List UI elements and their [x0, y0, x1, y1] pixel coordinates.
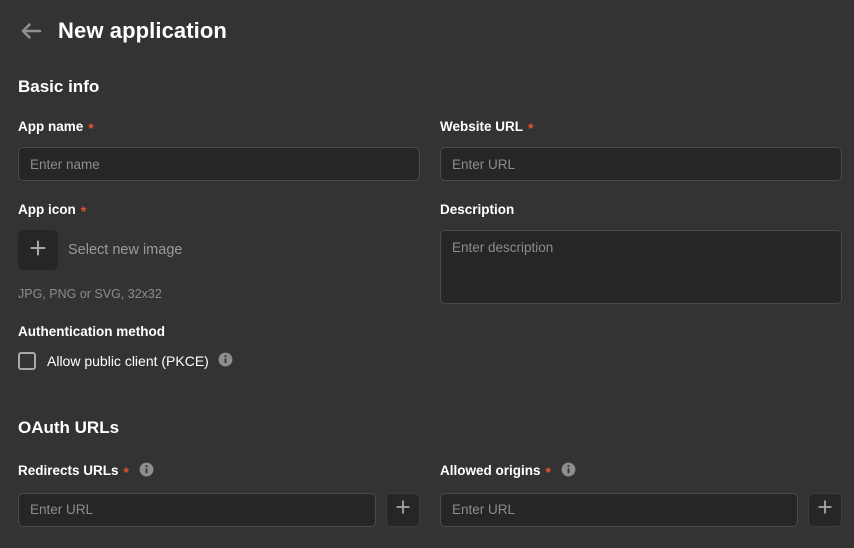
page-title: New application — [58, 18, 227, 43]
basic-info-right-column: Website URL * Description — [440, 120, 842, 370]
basic-info-section: App name * App icon * Select — [18, 120, 842, 370]
section-title-oauth-urls: OAuth URLs — [18, 418, 120, 437]
allowed-origins-label: Allowed origins * — [440, 462, 842, 480]
pkce-checkbox[interactable] — [18, 352, 36, 370]
redirects-urls-row — [18, 492, 420, 527]
oauth-left-column: Redirects URLs * — [18, 462, 420, 527]
description-textarea[interactable] — [440, 229, 842, 304]
back-button[interactable] — [18, 18, 44, 44]
oauth-right-column: Allowed origins * — [440, 462, 842, 527]
app-icon-label: App icon * — [18, 202, 420, 219]
allowed-origins-input[interactable] — [440, 492, 798, 527]
plus-icon — [394, 498, 412, 521]
info-icon[interactable] — [218, 352, 233, 370]
pkce-checkbox-row[interactable]: Allow public client (PKCE) — [18, 352, 420, 370]
info-icon[interactable] — [561, 462, 576, 480]
app-icon-upload-button[interactable] — [18, 230, 58, 270]
oauth-urls-section: Redirects URLs * Enter URL Allowed origi… — [18, 462, 842, 527]
required-asterisk: * — [545, 463, 551, 480]
allowed-origins-row — [440, 492, 842, 527]
description-label-text: Description — [440, 202, 515, 217]
pkce-checkbox-label-text: Allow public client (PKCE) — [47, 353, 209, 369]
app-icon-upload-row: Select new image — [18, 230, 420, 270]
basic-info-left-column: App name * App icon * Select — [18, 120, 420, 370]
redirects-urls-label: Redirects URLs * — [18, 462, 420, 480]
redirects-urls-input[interactable] — [18, 492, 376, 527]
redirects-urls-label-text: Redirects URLs — [18, 463, 119, 478]
website-url-label-text: Website URL — [440, 119, 524, 135]
app-icon-label-text: App icon — [18, 202, 76, 218]
section-title-basic-info: Basic info — [18, 77, 100, 96]
app-name-label: App name * — [18, 119, 420, 136]
select-new-image-label[interactable]: Select new image — [68, 242, 182, 258]
add-allowed-origin-button[interactable] — [808, 492, 842, 527]
arrow-left-icon — [19, 21, 43, 41]
info-icon[interactable] — [139, 462, 154, 480]
auth-method-label: Authentication method — [18, 323, 420, 339]
allowed-origins-label-text: Allowed origins — [440, 463, 541, 478]
auth-method-label-text: Authentication method — [18, 323, 165, 339]
app-icon-hint: JPG, PNG or SVG, 32x32 — [18, 287, 162, 301]
new-application-page: New application Basic info App name * Ap… — [0, 0, 854, 548]
description-label: Description — [440, 203, 842, 217]
app-name-label-text: App name — [18, 119, 84, 135]
app-name-input[interactable] — [18, 147, 420, 181]
website-url-input[interactable] — [440, 147, 842, 181]
plus-icon — [816, 498, 834, 521]
required-asterisk: * — [528, 120, 534, 136]
plus-icon — [28, 238, 48, 263]
add-redirect-url-button[interactable] — [386, 492, 420, 527]
required-asterisk: * — [80, 203, 87, 219]
website-url-label: Website URL * — [440, 119, 842, 136]
required-asterisk: * — [123, 463, 129, 480]
required-asterisk: * — [88, 120, 94, 136]
pkce-checkbox-label[interactable]: Allow public client (PKCE) — [47, 352, 233, 370]
page-header: New application — [18, 0, 836, 48]
